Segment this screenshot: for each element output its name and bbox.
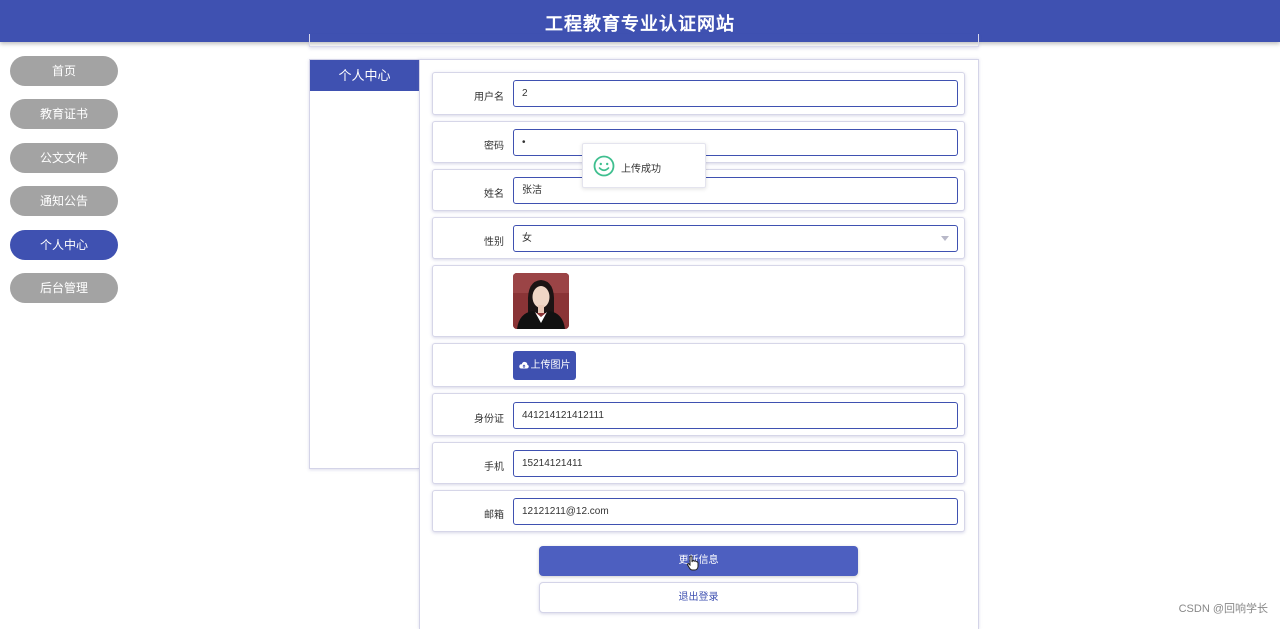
- nav-notices-button[interactable]: 通知公告: [10, 186, 118, 216]
- username-label: 用户名: [474, 92, 504, 103]
- nav-personal-center-button[interactable]: 个人中心: [10, 230, 118, 260]
- cloud-upload-icon: [518, 361, 529, 369]
- email-label: 邮箱: [484, 510, 504, 521]
- password-label: 密码: [484, 141, 504, 152]
- username-input[interactable]: 2: [513, 80, 958, 107]
- upload-button-label: 上传图片: [530, 360, 571, 371]
- nav-documents-button[interactable]: 公文文件: [10, 143, 118, 173]
- email-input[interactable]: 12121211@12.com: [513, 498, 958, 525]
- nav-certificates-button[interactable]: 教育证书: [10, 99, 118, 129]
- phone-label: 手机: [484, 462, 504, 473]
- site-title: 工程教育专业认证网站: [545, 14, 735, 34]
- gender-select[interactable]: 女: [513, 225, 958, 252]
- gender-label: 性别: [484, 237, 504, 248]
- nav-home-button[interactable]: 首页: [10, 56, 118, 86]
- password-input[interactable]: •: [513, 129, 958, 156]
- logout-button[interactable]: 退出登录: [539, 582, 858, 613]
- toast-message: 上传成功: [621, 164, 661, 175]
- success-toast: 上传成功: [582, 143, 706, 188]
- top-card-edge: [309, 34, 979, 47]
- name-label: 姓名: [484, 189, 504, 200]
- id-card-input[interactable]: 441214121412111: [513, 402, 958, 429]
- sidebar-title[interactable]: 个人中心: [310, 60, 419, 91]
- phone-row: 手机 15214121411: [432, 442, 965, 484]
- gender-select-value: 女: [522, 233, 532, 244]
- chevron-down-icon: [941, 236, 949, 241]
- upload-row: 上传图片: [432, 343, 965, 387]
- nav-admin-button[interactable]: 后台管理: [10, 273, 118, 303]
- gender-row: 性别 女: [432, 217, 965, 259]
- avatar-image: [513, 273, 569, 329]
- personal-center-sidebar: 个人中心: [309, 59, 420, 469]
- hand-cursor-icon: [686, 555, 699, 571]
- name-input[interactable]: 张洁: [513, 177, 958, 204]
- phone-input[interactable]: 15214121411: [513, 450, 958, 477]
- upload-image-button[interactable]: 上传图片: [513, 351, 576, 380]
- csdn-watermark: CSDN @回响学长: [1178, 603, 1268, 615]
- id-card-label: 身份证: [474, 414, 504, 425]
- id-card-row: 身份证 441214121412111: [432, 393, 965, 436]
- avatar-portrait-icon: [513, 273, 569, 329]
- avatar-row: [432, 265, 965, 337]
- username-row: 用户名 2: [432, 72, 965, 115]
- email-row: 邮箱 12121211@12.com: [432, 490, 965, 532]
- smile-icon: [593, 155, 615, 177]
